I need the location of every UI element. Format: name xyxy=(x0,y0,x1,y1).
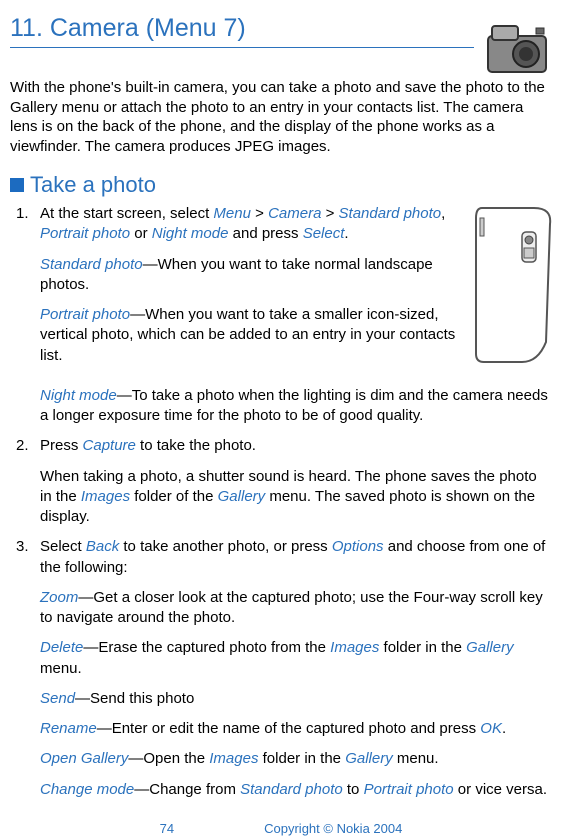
step-number: 1. xyxy=(16,204,29,224)
chapter-heading: 11. Camera (Menu 7) xyxy=(10,14,474,48)
page-footer: 74 Copyright © Nokia 2004 xyxy=(0,821,562,836)
step-number: 3. xyxy=(16,537,29,557)
step-2-text: Press Capture to take the photo. xyxy=(40,436,552,456)
list-item: 3. Select Back to take another photo, or… xyxy=(10,537,552,800)
portrait-photo-link: Portrait photo xyxy=(40,225,130,242)
square-bullet-icon xyxy=(10,178,24,192)
change-mode-desc: Change mode—Change from Standard photo t… xyxy=(40,780,552,800)
list-item: 2. Press Capture to take the photo. When… xyxy=(10,436,552,527)
step-3-text: Select Back to take another photo, or pr… xyxy=(40,537,552,578)
camera-link: Camera xyxy=(268,205,321,222)
intro-paragraph: With the phone's built-in camera, you ca… xyxy=(10,78,552,156)
step-1-text: At the start screen, select Menu > Camer… xyxy=(40,204,466,245)
images-link: Images xyxy=(81,488,130,505)
capture-link: Capture xyxy=(83,437,136,454)
zoom-desc: Zoom—Get a closer look at the captured p… xyxy=(40,588,552,629)
standard-photo-link: Standard photo xyxy=(339,205,442,222)
menu-link: Menu xyxy=(213,205,251,222)
camera-icon xyxy=(482,18,552,78)
standard-photo-desc: Standard photo—When you want to take nor… xyxy=(40,255,466,296)
steps-list: 1. At the start screen, select Menu > Ca… xyxy=(10,204,552,800)
section-title: Take a photo xyxy=(30,172,156,198)
back-link: Back xyxy=(86,538,119,555)
night-mode-desc: Night mode—To take a photo when the ligh… xyxy=(40,386,552,427)
delete-desc: Delete—Erase the captured photo from the… xyxy=(40,638,552,679)
step-2-para: When taking a photo, a shutter sound is … xyxy=(40,467,552,528)
options-link: Options xyxy=(332,538,384,555)
list-item: 1. At the start screen, select Menu > Ca… xyxy=(10,204,552,426)
ok-link: OK xyxy=(480,720,502,737)
gallery-link: Gallery xyxy=(218,488,266,505)
night-mode-link: Night mode xyxy=(152,225,229,242)
select-link: Select xyxy=(303,225,345,242)
section-header: Take a photo xyxy=(10,172,552,198)
rename-desc: Rename—Enter or edit the name of the cap… xyxy=(40,719,552,739)
copyright-text: Copyright © Nokia 2004 xyxy=(264,821,402,836)
send-desc: Send—Send this photo xyxy=(40,689,552,709)
phone-back-icon xyxy=(474,204,552,364)
step-number: 2. xyxy=(16,436,29,456)
portrait-photo-desc: Portrait photo—When you want to take a s… xyxy=(40,305,466,366)
open-gallery-desc: Open Gallery—Open the Images folder in t… xyxy=(40,749,552,769)
page-number: 74 xyxy=(160,821,174,836)
